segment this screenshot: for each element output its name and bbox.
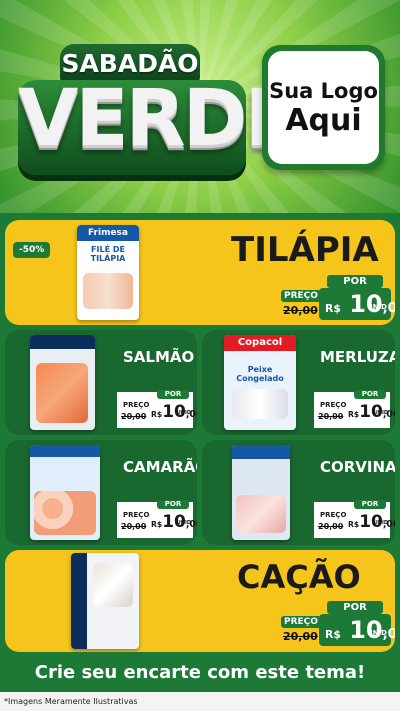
package-title: FILÉ DE TILÁPIA — [90, 245, 126, 263]
old-price: 20,00 — [121, 412, 147, 421]
sabadao-verde-badge: SABADÃO VERDE — [10, 42, 298, 187]
new-price: R$10,00 UNID — [345, 510, 395, 534]
preco-label: PREÇO — [281, 616, 321, 628]
new-price: R$10,00 UNID — [345, 400, 395, 424]
product-card-tilapia[interactable]: -50% Frimesa FILÉ DE TILÁPIA TILÁPIA POR… — [5, 220, 395, 325]
currency: R$ — [151, 410, 163, 419]
package-brand-label — [30, 335, 95, 349]
old-price: 20,00 — [283, 304, 318, 317]
product-name: SALMÃO — [123, 348, 195, 366]
new-price: R$ 10,00 UNID — [319, 288, 395, 320]
currency: R$ — [348, 520, 360, 529]
product-card-camarao[interactable]: CAMARÃO POR PREÇO 20,00 R$10,00 UNID — [5, 440, 197, 545]
product-card-salmao[interactable]: SALMÃO POR PREÇO 20,00 R$10,00 UNID — [5, 330, 197, 435]
old-price: 20,00 — [121, 522, 147, 531]
salmon-package-image — [30, 335, 95, 430]
fish-fillet-image — [236, 495, 286, 533]
currency: R$ — [325, 628, 341, 641]
new-price: R$10,00 UNID — [148, 400, 197, 424]
discount-badge: -50% — [13, 242, 51, 258]
hero-banner: SABADÃO VERDE Sua Logo Aqui — [0, 0, 400, 213]
unit-label: UNID — [367, 629, 387, 637]
unit-label: UNID — [176, 410, 191, 416]
package-title: Peixe Congelado — [236, 365, 284, 383]
currency: R$ — [325, 302, 341, 315]
product-name: MERLUZA — [320, 348, 395, 366]
currency: R$ — [348, 410, 360, 419]
corvina-package-image — [232, 445, 290, 540]
package-brand-label — [30, 445, 100, 457]
product-name: TILÁPIA — [231, 230, 379, 270]
tilapia-package-image: Frimesa FILÉ DE TILÁPIA — [77, 225, 139, 320]
shrimp-package-image — [30, 445, 100, 540]
unit-label: UNID — [176, 520, 191, 526]
fish-fillet-image — [232, 389, 288, 419]
package-brand-label — [71, 553, 87, 649]
product-card-merluza[interactable]: Copacol Peixe Congelado MERLUZA POR PREÇ… — [202, 330, 395, 435]
product-name: CAMARÃO — [123, 458, 197, 476]
unit-label: UNID — [373, 520, 388, 526]
package-brand-label — [232, 445, 290, 459]
product-name: CORVINA — [320, 458, 395, 476]
badge-main-plate: VERDE — [18, 74, 298, 175]
new-price: R$10,00 UNID — [148, 510, 197, 534]
cta-banner[interactable]: Crie seu encarte com este tema! — [6, 657, 394, 689]
old-price: 20,00 — [283, 630, 318, 643]
por-label: POR — [354, 390, 386, 399]
unit-label: UNID — [367, 303, 387, 311]
por-label: POR — [157, 500, 189, 509]
preco-label: PREÇO — [281, 290, 321, 302]
product-card-corvina[interactable]: CORVINA POR PREÇO 20,00 R$10,00 UNID — [202, 440, 395, 545]
por-label: POR — [327, 601, 383, 614]
salmon-fillet-image — [36, 363, 88, 423]
fish-fillet-image — [83, 273, 133, 309]
currency: R$ — [151, 520, 163, 529]
logo-line-1: Sua Logo — [269, 78, 378, 103]
new-price: R$ 10,00 UNID — [319, 614, 395, 646]
fish-steak-image — [93, 563, 133, 607]
package-brand-label: Frimesa — [77, 225, 139, 241]
unit-label: UNID — [373, 410, 388, 416]
por-label: POR — [327, 275, 383, 288]
package-brand-label: Copacol — [224, 335, 296, 351]
badge-main-text: VERDE — [18, 74, 298, 164]
old-price: 20,00 — [318, 522, 344, 531]
product-card-cacao[interactable]: CAÇÃO POR PREÇO 20,00 R$ 10,00 UNID — [5, 550, 395, 652]
cacao-package-image — [71, 553, 139, 649]
product-name: CAÇÃO — [237, 558, 361, 596]
shrimp-image — [34, 491, 96, 535]
merluza-package-image: Copacol Peixe Congelado — [224, 335, 296, 430]
logo-inner: Sua Logo Aqui — [268, 51, 379, 164]
logo-placeholder[interactable]: Sua Logo Aqui — [262, 45, 385, 170]
logo-line-2: Aqui — [285, 102, 362, 138]
por-label: POR — [157, 390, 189, 399]
footer-note: *Imagens Meramente Ilustrativas — [4, 697, 138, 706]
old-price: 20,00 — [318, 412, 344, 421]
por-label: POR — [354, 500, 386, 509]
